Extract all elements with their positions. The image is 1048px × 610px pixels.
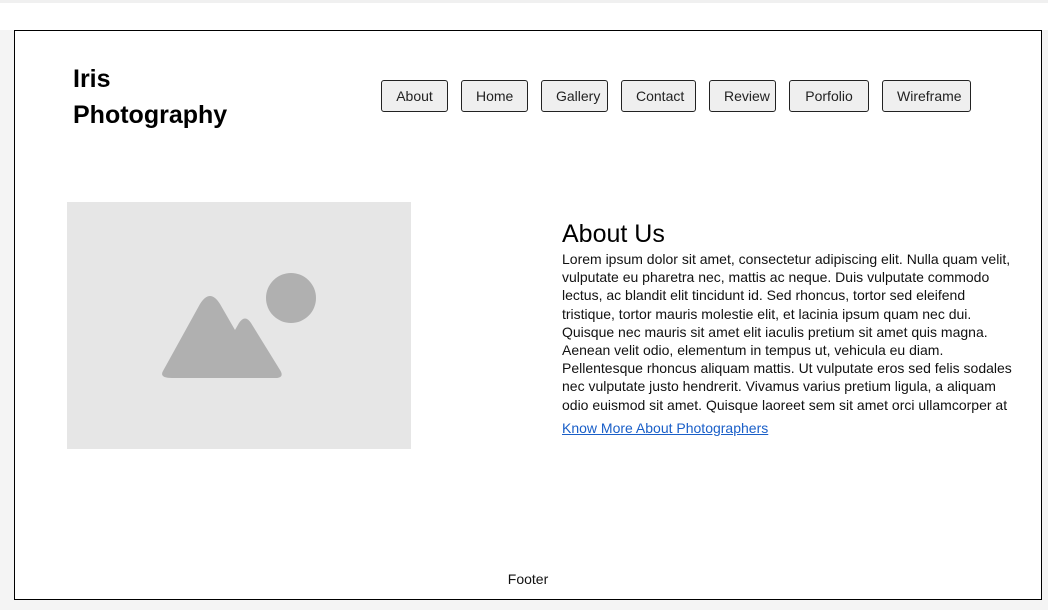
footer: Footer: [507, 571, 549, 587]
brand-line-1: Iris: [73, 65, 111, 93]
hero-image-placeholder: [67, 202, 411, 449]
page-frame: Iris Photography About Home Gallery Cont…: [14, 30, 1042, 600]
image-placeholder-icon: [162, 273, 316, 378]
nav-wireframe-button[interactable]: Wireframe: [882, 80, 971, 112]
nav-about-button[interactable]: About: [381, 80, 448, 112]
nav-review-button[interactable]: Review: [709, 80, 776, 112]
brand-line-2: Photography: [73, 101, 228, 129]
nav-home-button[interactable]: Home: [461, 80, 528, 112]
nav-portfolio-button[interactable]: Porfolio: [789, 80, 869, 112]
know-more-link[interactable]: Know More About Photographers: [562, 420, 768, 436]
about-body: Lorem ipsum dolor sit amet, consectetur …: [562, 251, 1012, 413]
main-nav: About Home Gallery Contact Review Porfol…: [381, 80, 971, 112]
site-brand: Iris Photography: [73, 61, 333, 133]
window-top-strip: [0, 0, 1048, 30]
nav-gallery-button[interactable]: Gallery: [541, 80, 608, 112]
nav-contact-button[interactable]: Contact: [621, 80, 696, 112]
about-title: About Us: [562, 220, 665, 248]
about-section: About Us Lorem ipsum dolor sit amet, con…: [562, 218, 1017, 438]
